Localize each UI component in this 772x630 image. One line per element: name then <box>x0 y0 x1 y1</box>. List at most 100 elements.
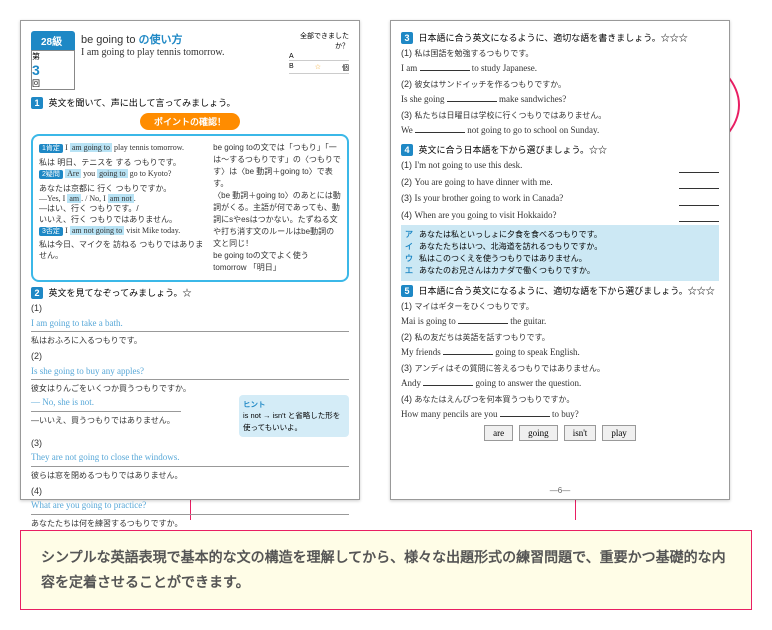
g1-jp: 私は 明日、テニスを する つもりです。 <box>39 157 205 168</box>
q3-1a: I am <box>401 63 420 73</box>
lesson-num: 3 <box>32 62 74 78</box>
hint-box: ヒント is not → isn't と省略した形を使ってもいいよ。 <box>239 395 349 437</box>
section-num-2: 2 <box>31 287 43 299</box>
section-2: 2 英文を見てなぞってみましょう。☆ <box>31 286 349 299</box>
hint-title: ヒント <box>243 400 266 409</box>
section-num-1: 1 <box>31 97 43 109</box>
q5-2-jp: 私の友だちは英語を話すつもりです。 <box>415 333 550 342</box>
section-4: 4 英文に合う日本語を下から選びましょう。☆☆ <box>401 143 719 156</box>
tag-negative: 3否定 <box>39 227 63 236</box>
q5-3a: Andy <box>401 378 423 388</box>
choice-e: あなたのお兄さんはカナダで働くつもりですか。 <box>419 265 595 277</box>
g2-en: Are you going to go to Kyoto? <box>65 169 171 178</box>
title-highlight: の使い方 <box>139 34 183 46</box>
lesson-box: 第 3 回 <box>31 50 75 90</box>
left-page: 28級 第 3 回 be going to の使い方 I am going to… <box>20 20 360 500</box>
star-icon: ☆ <box>315 63 321 73</box>
score-unit: 個 <box>342 63 349 73</box>
title-jp: be going to の使い方 <box>81 31 283 47</box>
q2-2: (2) Is she going to buy any apples? 彼女はり… <box>31 350 349 427</box>
g2-a1jp: —はい、行く つもりです。/ <box>39 203 205 214</box>
choice-a: あなたは私といっしょに夕食を食べるつもりです。 <box>419 229 602 241</box>
q2-1: (1) I am going to take a bath. 私はおふろに入るつ… <box>31 302 349 347</box>
score-box: 全部できましたか？ A B☆個 <box>289 31 349 74</box>
title-prefix: be going to <box>81 34 139 46</box>
q5-4a: How many pencils are you <box>401 409 500 419</box>
q3-1-jp: 私は国語を勉強するつもりです。 <box>415 49 534 58</box>
choice-u: 私はこのつくえを使うつもりではありません。 <box>419 253 587 265</box>
q3-2: (2) 彼女はサンドイッチを作るつもりですか。 Is she going mak… <box>401 78 719 106</box>
q2-3: (3) They are not going to close the wind… <box>31 437 349 482</box>
word-4: play <box>602 425 636 441</box>
answer-slot <box>679 192 719 206</box>
q3-3-jp: 私たちは日曜日は学校に行くつもりではありません。 <box>415 111 607 120</box>
q3-1b: to study Japanese. <box>470 63 538 73</box>
right-page: 3 日本語に合う英文になるように、適切な語を書きましょう。☆☆☆ (1) 私は国… <box>390 20 730 500</box>
q3-2a: Is she going <box>401 94 447 104</box>
grammar-notes: be going toの文では「つもり」「一は～するつもりです」の〈つもりです〉… <box>213 142 341 274</box>
answer-slot <box>679 176 719 190</box>
grade-badge: 28級 <box>31 31 75 50</box>
s3-title: 日本語に合う英文になるように、適切な語を書きましょう。☆☆☆ <box>419 33 688 43</box>
q5-2b: going to speak English. <box>493 347 580 357</box>
q4-2-en: You are going to have dinner with me. <box>415 176 553 190</box>
blank <box>500 407 550 417</box>
lesson-prefix: 第 <box>32 51 74 62</box>
tag-question: 2疑問 <box>39 170 63 179</box>
section-num-4: 4 <box>401 144 413 156</box>
word-2: going <box>519 425 558 441</box>
g3-jp: 私は今日、マイクを 訪ねる つもりではありません。 <box>39 239 205 261</box>
caption-box: シンプルな英語表現で基本的な文の構造を理解してから、様々な出題形式の練習問題で、… <box>20 530 752 610</box>
blank <box>420 61 470 71</box>
g1-en: I am going to play tennis tomorrow. <box>65 143 184 152</box>
q4-3-en: Is your brother going to work in Canada? <box>415 192 564 206</box>
lesson-block: 28級 第 3 回 <box>31 31 75 90</box>
q3-2-jp: 彼女はサンドイッチを作るつもりですか。 <box>415 80 567 89</box>
blank <box>423 376 473 386</box>
q2-2-jp: 彼女はりんごをいくつか買うつもりですか。 <box>31 383 349 395</box>
q2-3-jp: 彼らは窓を閉めるつもりではありません。 <box>31 470 349 482</box>
g2-a2jp: いいえ、行く つもりではありません。 <box>39 214 205 225</box>
q5-3-jp: アンディはその質問に答えるつもりではありません。 <box>415 364 605 373</box>
q2-2-en: Is she going to buy any apples? <box>31 365 349 381</box>
q3-2b: make sandwiches? <box>497 94 566 104</box>
q5-1-jp: マイはギターをひくつもりです。 <box>415 302 534 311</box>
g2-answer: —Yes, I am. / No, I am not. <box>39 194 205 203</box>
choice-i: あなたたちはいつ、北海道を訪れるつもりですか。 <box>419 241 602 253</box>
point-banner: ポイントの確認！ <box>140 113 240 130</box>
q2-1-en: I am going to take a bath. <box>31 317 349 333</box>
q3-3: (3) 私たちは日曜日は学校に行くつもりではありません。 We not goin… <box>401 109 719 137</box>
page-container: 28級 第 3 回 be going to の使い方 I am going to… <box>0 0 772 520</box>
gr-note-3: be going toの文でよく使うtomorrow 「明日」 <box>213 250 341 274</box>
q3-3a: We <box>401 125 415 135</box>
grammar-examples: 1肯定 I am going to play tennis tomorrow. … <box>39 142 205 274</box>
q2-4: (4) What are you going to practice? あなたた… <box>31 485 349 530</box>
gr-note-2: 〈be 動詞＋going to〉のあとには動詞がくる。主語が何であっても、動詞に… <box>213 190 341 250</box>
title-en: I am going to play tennis tomorrow. <box>81 47 283 58</box>
q4-4-en: When are you going to visit Hokkaido? <box>415 209 557 223</box>
section-3: 3 日本語に合う英文になるように、適切な語を書きましょう。☆☆☆ <box>401 31 719 44</box>
blank <box>458 314 508 324</box>
q5-2a: My friends <box>401 347 443 357</box>
section-num-3: 3 <box>401 32 413 44</box>
tag-affirmative: 1肯定 <box>39 144 63 153</box>
q5-3: (3) アンディはその質問に答えるつもりではありません。 Andy going … <box>401 362 719 390</box>
hint-body: is not → isn't と省略した形を使ってもいいよ。 <box>243 410 345 433</box>
s1-title: 英文を聞いて、声に出して言ってみましょう。 <box>49 98 236 108</box>
q5-1b: the guitar. <box>508 316 546 326</box>
q5-2: (2) 私の友だちは英語を話すつもりです。 My friends going t… <box>401 331 719 359</box>
blank <box>415 123 465 133</box>
title-area: be going to の使い方 I am going to play tenn… <box>81 31 283 58</box>
answer-slot <box>679 159 719 173</box>
q5-4-jp: あなたはえんぴつを何本買うつもりですか。 <box>415 395 575 404</box>
q4-3: (3) Is your brother going to work in Can… <box>401 192 719 206</box>
q4-1: (1) I'm not going to use this desk. <box>401 159 719 173</box>
q4-4: (4) When are you going to visit Hokkaido… <box>401 209 719 223</box>
section-5: 5 日本語に合う英文になるように、適切な語を下から選びましょう。☆☆☆ <box>401 284 719 297</box>
q5-3b: going to answer the question. <box>473 378 581 388</box>
page-number: —6— <box>550 486 570 495</box>
q4-2: (2) You are going to have dinner with me… <box>401 176 719 190</box>
s2-title: 英文を見てなぞってみましょう。☆ <box>49 288 192 298</box>
page-header: 28級 第 3 回 be going to の使い方 I am going to… <box>31 31 349 90</box>
grammar-box: 1肯定 I am going to play tennis tomorrow. … <box>31 134 349 282</box>
